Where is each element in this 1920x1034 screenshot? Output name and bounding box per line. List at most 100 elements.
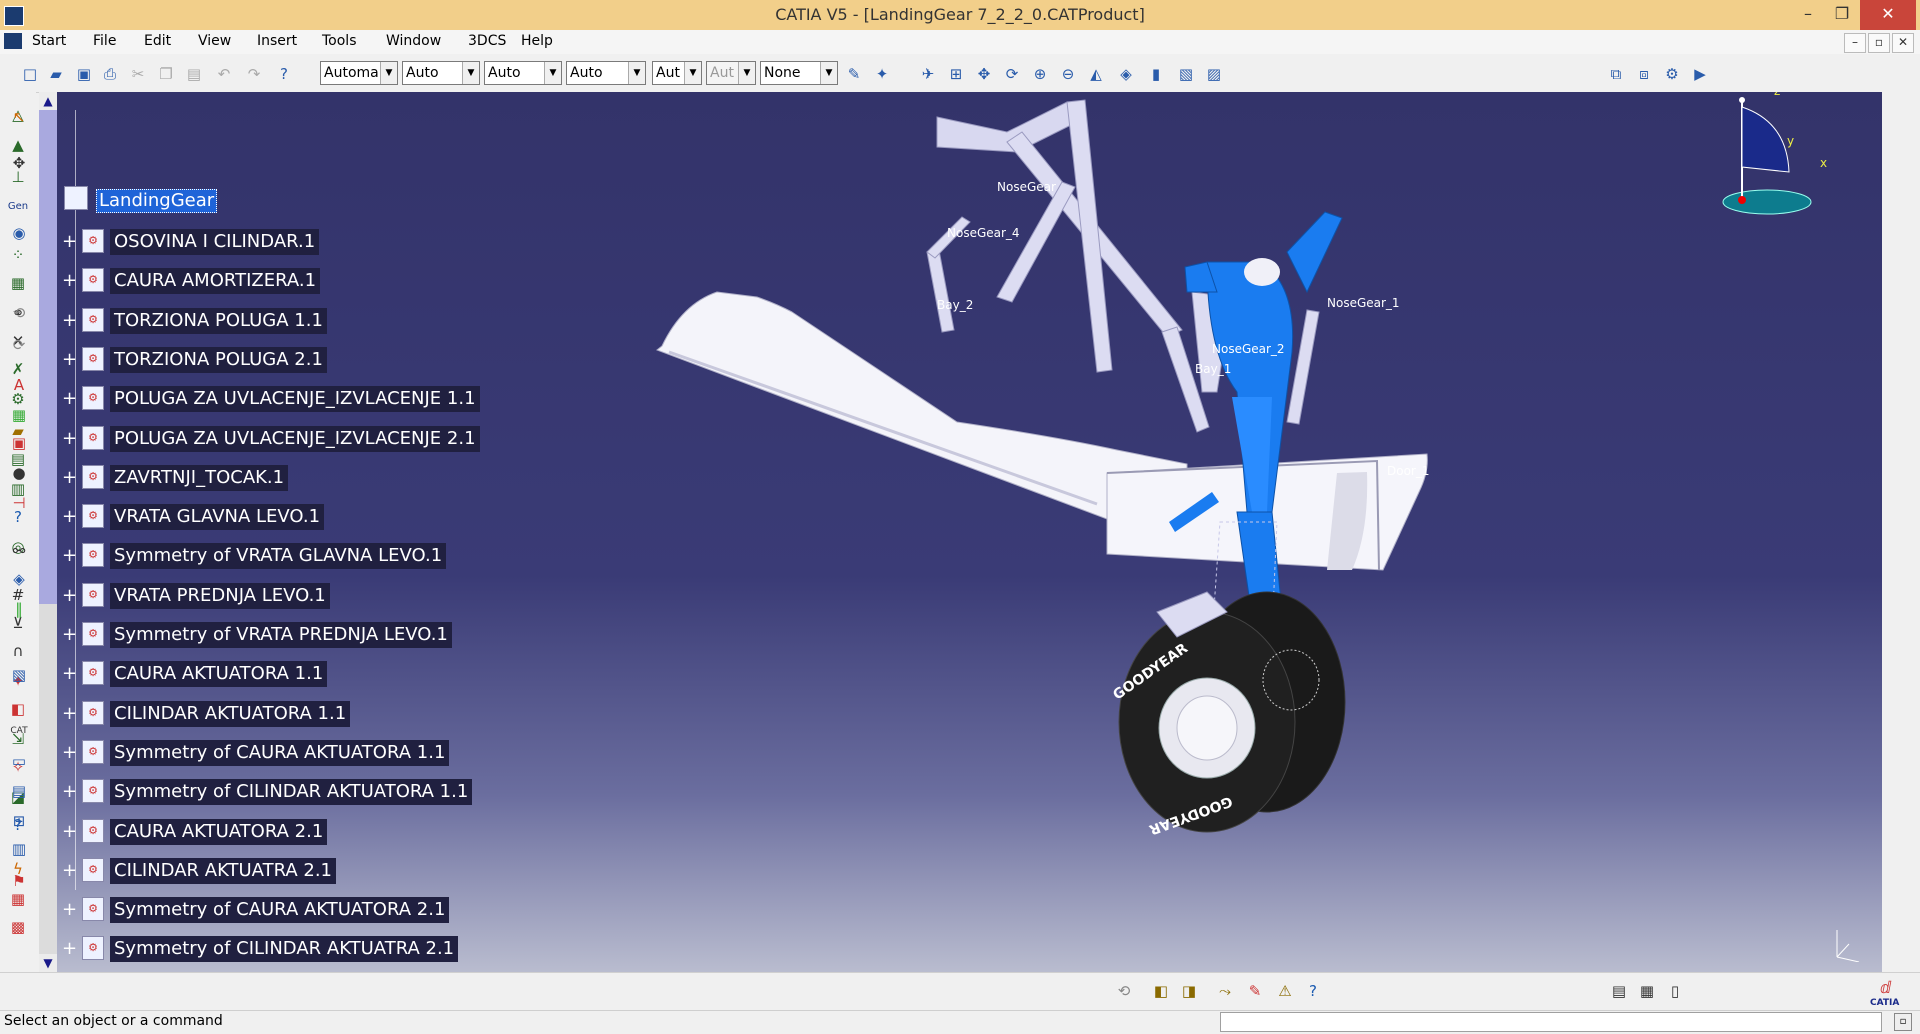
redo-icon[interactable]: ↷ [244,64,264,84]
close-button[interactable]: ✕ [1860,0,1916,30]
spreadsheet-icon[interactable]: ▤ [1608,980,1630,1002]
document-icon[interactable] [4,33,22,49]
menu-window[interactable]: Window [386,33,441,49]
menu-view[interactable]: View [198,33,231,49]
sphere-icon[interactable]: ● [8,462,30,484]
part-icon[interactable]: ⚙ [82,386,104,411]
drag-brace-arm[interactable] [936,101,1078,153]
tree-node-label[interactable]: POLUGA ZA UVLACENJE_IZVLACENJE 2.1 [110,425,480,452]
link-icon[interactable]: ⚯ [8,540,30,562]
zoom-out-icon[interactable]: ⊖ [1058,64,1078,84]
chevron-down-icon[interactable]: ▼ [820,62,837,84]
expand-icon[interactable]: + [62,822,77,840]
layer-combo[interactable]: None ▼ [760,61,838,85]
fly-mode-icon[interactable]: ✈ [918,64,938,84]
camera-icon[interactable]: ▶ [1690,64,1710,84]
zoom-in-icon[interactable]: ⊕ [1030,64,1050,84]
tree-node-label[interactable]: CILINDAR AKTUATRA 2.1 [110,857,337,884]
publish-icon[interactable]: ▣ [8,432,30,454]
lock-icon[interactable]: ▯ [1664,980,1686,1002]
expand-icon[interactable]: + [62,547,77,565]
tree-node-label[interactable]: Symmetry of VRATA PREDNJA LEVO.1 [110,622,452,648]
part-icon[interactable]: ⚙ [82,857,104,882]
properties-icon[interactable]: ✦ [872,64,892,84]
compass-widget[interactable] [1687,92,1867,222]
product-structure-icon[interactable]: ⧉ [1606,64,1626,84]
tree-scroll-thumb[interactable] [39,110,57,604]
part-icon[interactable]: ⚙ [82,622,104,646]
doc-restore-button[interactable]: ▫ [1868,33,1890,53]
unload-icon[interactable]: ◨ [1178,980,1200,1002]
3d-viewport[interactable]: NoseGear NoseGear_4 Bay_2 NoseGear_1 Nos… [57,92,1882,972]
menu-edit[interactable]: Edit [144,33,171,49]
expand-icon[interactable]: + [62,272,77,290]
data-icon[interactable]: ▦ [7,272,29,294]
tree-node-label[interactable]: VRATA GLAVNA LEVO.1 [110,504,325,531]
expand-icon[interactable]: + [62,783,77,801]
part-icon[interactable]: ⚙ [82,779,104,804]
snap-icon[interactable]: ⁘ [7,244,29,266]
expand-icon[interactable]: + [62,233,77,251]
expand-icon[interactable]: + [62,586,77,604]
expand-icon[interactable]: + [62,468,77,486]
expand-icon[interactable]: + [62,311,77,329]
chevron-down-icon[interactable]: ▼ [544,62,561,84]
tree-node-label[interactable]: VRATA PREDNJA LEVO.1 [110,582,330,609]
tree-node-label[interactable]: TORZIONA POLUGA 2.1 [110,346,327,373]
window-icon[interactable]: ▭ [8,750,30,772]
menu-file[interactable]: File [93,33,116,49]
report-icon[interactable]: ▩ [7,916,29,938]
line-thickness-combo[interactable]: Auto ▼ [484,61,562,85]
compass-origin[interactable] [1738,196,1746,204]
tree-node-label[interactable]: CILINDAR AKTUATORA 1.1 [110,700,351,727]
linetype-combo[interactable]: Auto ▼ [566,61,646,85]
properties-icon[interactable]: ▦ [1636,980,1658,1002]
hide-show-icon[interactable]: ▧ [1176,64,1196,84]
grid-view-icon[interactable]: ⊞ [8,810,30,832]
compare-icon[interactable]: ▥ [8,838,30,860]
dimension-icon[interactable]: ⊣ [8,492,30,514]
expand-icon[interactable]: + [62,350,77,368]
trunnion-arm-right[interactable] [1286,211,1343,294]
magnet-icon[interactable]: ∩ [7,640,29,662]
landing-gear-model[interactable] [57,92,1882,972]
tree-node-label[interactable]: CAURA AKTUATORA 1.1 [110,661,328,688]
paste-icon[interactable]: ▤ [184,64,204,84]
eye-icon[interactable]: ◉ [8,222,30,244]
transparency-combo[interactable]: Auto ▼ [402,61,480,85]
doc-close-button[interactable]: ✕ [1892,33,1914,53]
command-input[interactable] [1220,1012,1882,1032]
scene-icon[interactable]: ◈ [8,568,30,590]
part-icon[interactable]: ⚙ [82,818,104,843]
expand-icon[interactable]: + [62,704,77,722]
shading-icon[interactable]: ▮ [1146,64,1166,84]
rotate-icon[interactable]: ⟳ [1002,64,1022,84]
point-symbol-combo[interactable]: Aut ▼ [652,61,702,85]
whats-this-icon[interactable]: ? [274,64,294,84]
menu-insert[interactable]: Insert [257,33,297,49]
tree-node-label[interactable]: CAURA AKTUATORA 2.1 [110,818,328,845]
manipulate-icon[interactable]: ✥ [8,152,30,174]
chevron-down-icon[interactable]: ▼ [628,62,645,84]
chevron-down-icon[interactable]: ▼ [684,62,701,84]
part-icon[interactable]: ⚙ [82,897,104,922]
part-icon[interactable]: ⚙ [82,739,104,764]
menu-3dcs[interactable]: 3DCS [468,33,506,49]
tree-node-label[interactable]: Symmetry of CILINDAR AKTUATRA 2.1 [110,936,459,963]
pan-icon[interactable]: ✥ [974,64,994,84]
command-history-icon[interactable]: ▫ [1894,1013,1912,1031]
snap-to-icon[interactable]: ⟲ [8,302,30,324]
part-icon[interactable]: ⚙ [82,268,104,293]
manipulation-icon[interactable]: ⚙ [1662,64,1682,84]
doc-minimize-button[interactable]: – [1844,33,1866,53]
new-icon[interactable]: □ [20,64,40,84]
painter-icon[interactable]: ✎ [844,64,864,84]
scroll-up-icon[interactable]: ▲ [39,92,57,110]
bill-of-material-icon[interactable]: ▦ [8,404,30,426]
part-icon[interactable]: ⚙ [82,464,104,489]
color-combo[interactable]: Automa ▼ [320,61,398,85]
assembly-constraints-icon[interactable]: ⧈ [1634,64,1654,84]
generate-icon[interactable]: Gen [7,196,29,218]
part-icon[interactable]: ⚙ [82,582,104,607]
barcode-icon[interactable]: ‖ [8,598,30,620]
